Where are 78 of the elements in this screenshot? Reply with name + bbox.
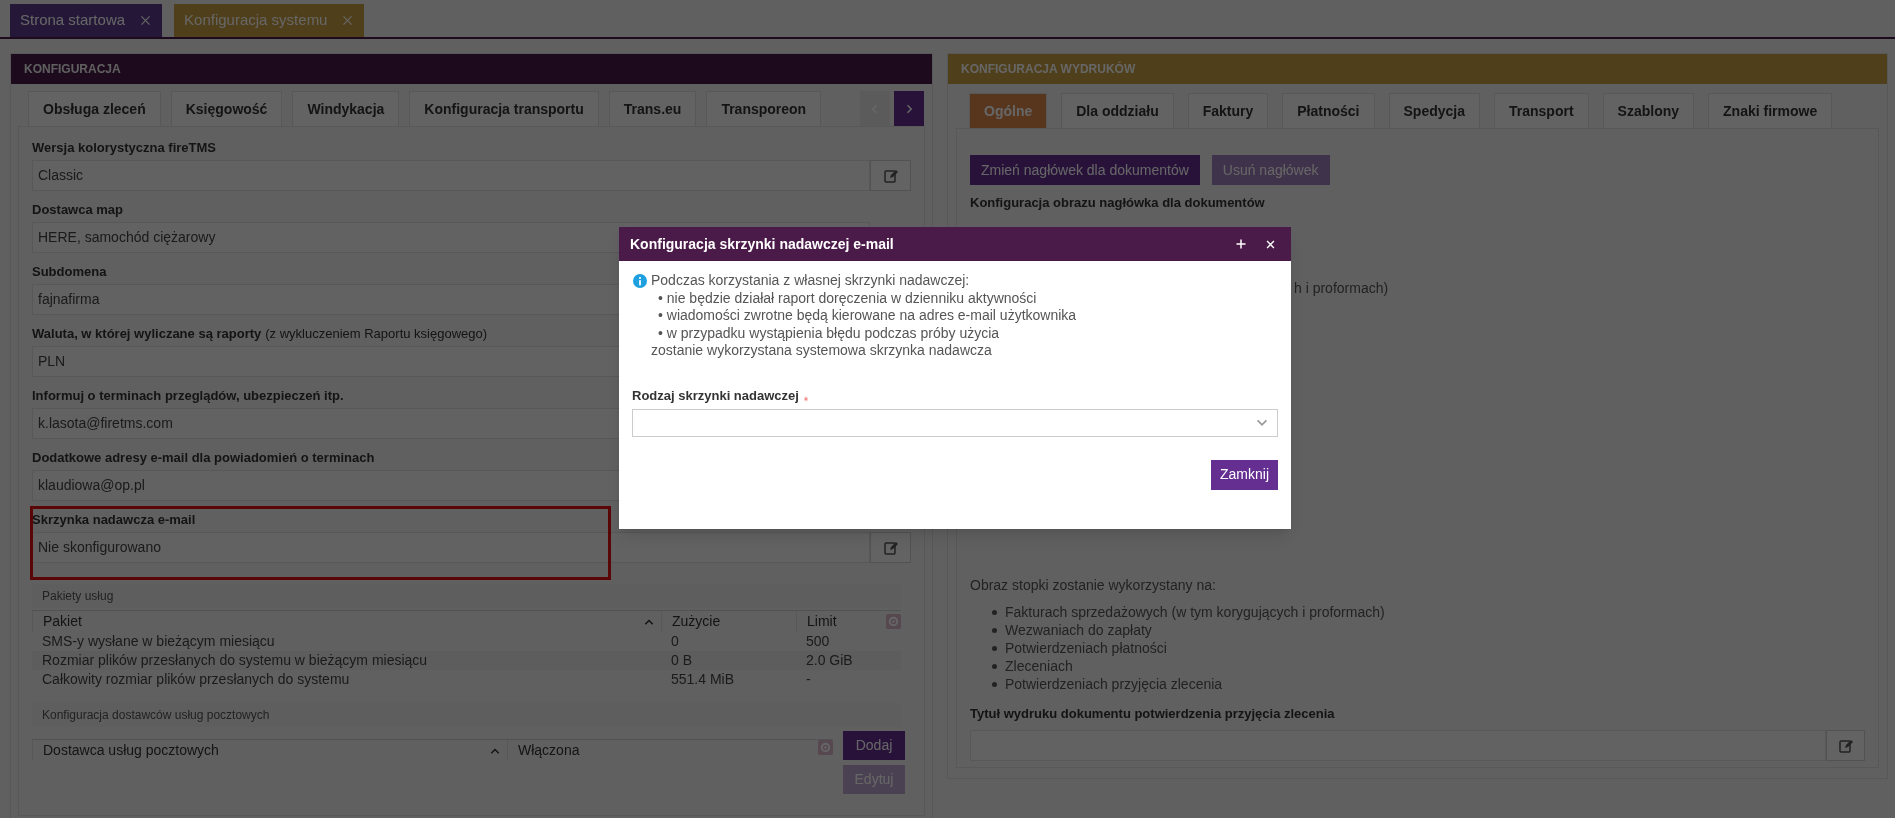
field-label: Tytuł wydruku dokumentu potwierdzenia przyjęcia zlecenia [970, 704, 1335, 723]
table-cell-text: - [805, 670, 812, 689]
plus-icon [1235, 238, 1247, 250]
tab[interactable]: Spedycja [1388, 93, 1480, 128]
table-cell-text: 500 [805, 632, 831, 651]
tab[interactable]: Płatności [1282, 93, 1375, 128]
settings-icon [886, 614, 901, 629]
tab[interactable]: Księgowość [170, 91, 283, 126]
field-label: Waluta, w której wyliczane są raporty [32, 325, 262, 344]
field-label: Informuj o terminach przeglądów, ubezpieczeń itp. [32, 387, 344, 406]
column-header[interactable]: Dostawca usług pocztowych [43, 740, 219, 761]
edit-icon [882, 167, 899, 184]
tab[interactable]: Ogólne [969, 93, 1048, 128]
column-header[interactable]: Zużycie [672, 611, 721, 632]
table-cell-text: 2.0 GiB [805, 651, 854, 670]
tab[interactable]: Trans.eu [608, 91, 697, 126]
body-text: h i proformach) [1294, 279, 1389, 296]
list-item: Potwierdzeniach przyjęcia zlecenia [1005, 675, 1223, 694]
tab[interactable]: Strona startowa [10, 4, 163, 37]
action-button[interactable]: Zmień nagłówek dla dokumentów [970, 155, 1200, 185]
info-icon [633, 274, 647, 288]
action-button[interactable]: Dodaj [843, 731, 905, 760]
bullet-icon [992, 646, 997, 651]
table-cell-text: 0 B [670, 651, 693, 670]
close-icon [341, 14, 355, 27]
tab[interactable]: Windykacja [292, 91, 400, 126]
edit-button[interactable] [870, 532, 911, 563]
edit-button[interactable] [870, 160, 911, 191]
tab[interactable]: Szablony [1602, 93, 1695, 128]
section-label: Konfiguracja obrazu nagłówka dla dokumentów [970, 194, 1266, 212]
tab[interactable]: Konfiguracja systemu [174, 4, 365, 37]
list-item: Potwierdzeniach płatności [1005, 639, 1167, 658]
field-label: Subdomena [32, 263, 107, 282]
tab[interactable]: Transporeon [706, 91, 822, 126]
tab[interactable]: Transport [1494, 93, 1589, 128]
settings-icon [818, 740, 833, 755]
value-field: Nie skonfigurowano [32, 532, 870, 563]
close-icon [139, 14, 153, 27]
field-label: Wersja kolorystyczna fireTMS [32, 139, 216, 158]
field-label: Dostawca map [32, 201, 124, 220]
bullet-icon [992, 682, 997, 687]
table-cell-text: 551.4 MiB [670, 670, 736, 689]
table-cell-text: 0 [670, 632, 680, 651]
panel-title: KONFIGURACJA WYDRUKÓW [961, 60, 1136, 78]
panel-title: KONFIGURACJA [24, 61, 121, 78]
next-tab-button[interactable] [894, 91, 924, 126]
list-item: Wezwaniach do zapłaty [1005, 621, 1152, 640]
field-label: Rodzaj skrzynki nadawczej [632, 386, 799, 405]
tab[interactable]: Obsługa zleceń [28, 91, 161, 126]
tab[interactable]: Dla oddziału [1061, 93, 1174, 128]
select-field[interactable] [632, 408, 1278, 437]
section-title: Pakiety usług [42, 588, 114, 605]
bullet-icon [992, 628, 997, 633]
tab[interactable]: Konfiguracja transportu [409, 91, 599, 126]
body-text: Obraz stopki zostanie wykorzystany na: [970, 575, 1216, 595]
edit-button[interactable] [1826, 730, 1865, 761]
edit-icon [882, 539, 899, 556]
column-header[interactable]: Pakiet [43, 611, 82, 632]
column-header[interactable]: Limit [807, 611, 837, 632]
field-note: (z wykluczeniem Raportu księgowego) [265, 325, 488, 344]
section-title: Konfiguracja dostawców usług pocztowych [42, 707, 270, 724]
list-item: Zleceniach [1005, 657, 1073, 676]
field-label: Skrzynka nadawcza e-mail [32, 511, 196, 530]
table-cell-text: SMS-y wysłane w bieżącym miesiącu [41, 632, 276, 651]
close-icon [1265, 238, 1276, 250]
value-field: Classic [32, 160, 870, 191]
field-label: Dodatkowe adresy e-mail dla powiadomień o terminach [32, 449, 375, 468]
info-text: • w przypadku wystąpienia błędu podczas próby użycia [657, 324, 1001, 342]
column-header[interactable]: Włączona [518, 740, 580, 761]
table-cell-text: Całkowity rozmiar plików przesłanych do systemu [41, 670, 351, 689]
tab[interactable]: Faktury [1187, 93, 1269, 128]
bullet-icon [992, 610, 997, 615]
tab[interactable]: Znaki firmowe [1708, 93, 1833, 128]
bullet-icon [992, 664, 997, 669]
maximize-button[interactable] [1235, 237, 1249, 251]
edit-icon [1837, 737, 1854, 754]
close-dialog-button[interactable]: Zamknij [1211, 459, 1278, 490]
table-cell-text: Rozmiar plików przesłanych do systemu w bieżącym miesiącu [41, 651, 429, 670]
